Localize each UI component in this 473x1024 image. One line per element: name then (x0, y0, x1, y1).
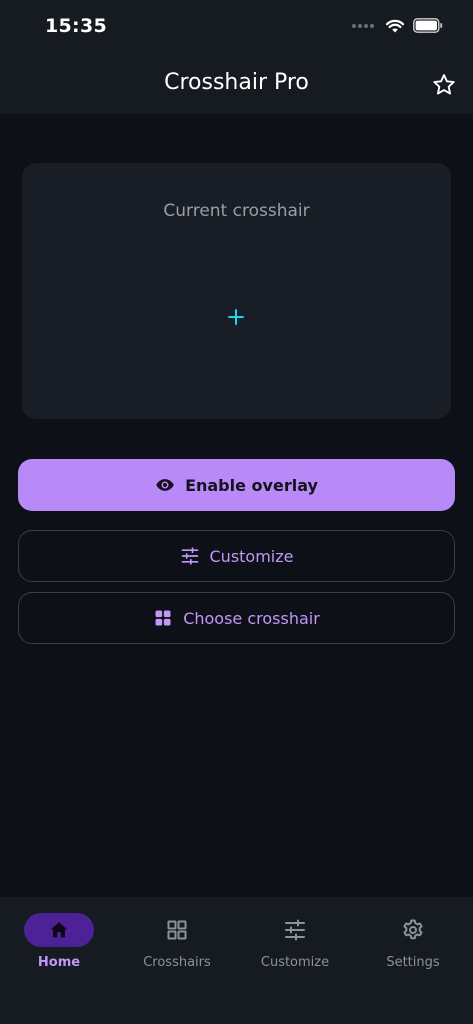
app-title: Crosshair Pro (164, 70, 309, 95)
crosshair-preview-card: Current crosshair (22, 163, 451, 419)
nav-item-settings[interactable]: Settings (354, 913, 472, 977)
customize-button[interactable]: Customize (18, 530, 455, 582)
status-time: 15:35 (45, 15, 107, 37)
enable-overlay-label: Enable overlay (185, 475, 318, 495)
crosshair-icon (228, 309, 244, 325)
preview-label: Current crosshair (163, 201, 310, 221)
status-icons (352, 18, 443, 33)
favorite-button[interactable] (431, 72, 457, 98)
gear-icon (403, 919, 423, 940)
customize-label: Customize (209, 546, 294, 566)
nav-label-settings: Settings (386, 955, 440, 970)
nav-label-crosshairs: Crosshairs (143, 955, 211, 970)
app-bar: Crosshair Pro (0, 56, 473, 114)
enable-overlay-button[interactable]: Enable overlay (18, 459, 455, 511)
status-bar: 15:35 (0, 0, 473, 56)
nav-item-crosshairs[interactable]: Crosshairs (118, 913, 236, 977)
signal-icon (352, 23, 374, 28)
nav-item-home[interactable]: Home (0, 913, 118, 977)
eye-icon (156, 479, 174, 491)
wifi-icon (386, 19, 404, 32)
nav-label-customize: Customize (260, 955, 330, 970)
choose-crosshair-button[interactable]: Choose crosshair (18, 592, 455, 644)
choose-crosshair-label: Choose crosshair (183, 608, 320, 628)
grid-icon (155, 610, 171, 626)
nav-item-customize[interactable]: Customize (236, 913, 354, 977)
sliders-icon (285, 919, 305, 941)
sliders-icon (181, 547, 198, 565)
home-icon (50, 922, 68, 938)
bottom-navigation: Home Crosshairs Customize Settings (0, 897, 473, 1024)
grid-outline-icon (167, 920, 187, 940)
star-icon (433, 74, 455, 95)
nav-label-home: Home (37, 955, 81, 970)
battery-icon (413, 18, 443, 33)
